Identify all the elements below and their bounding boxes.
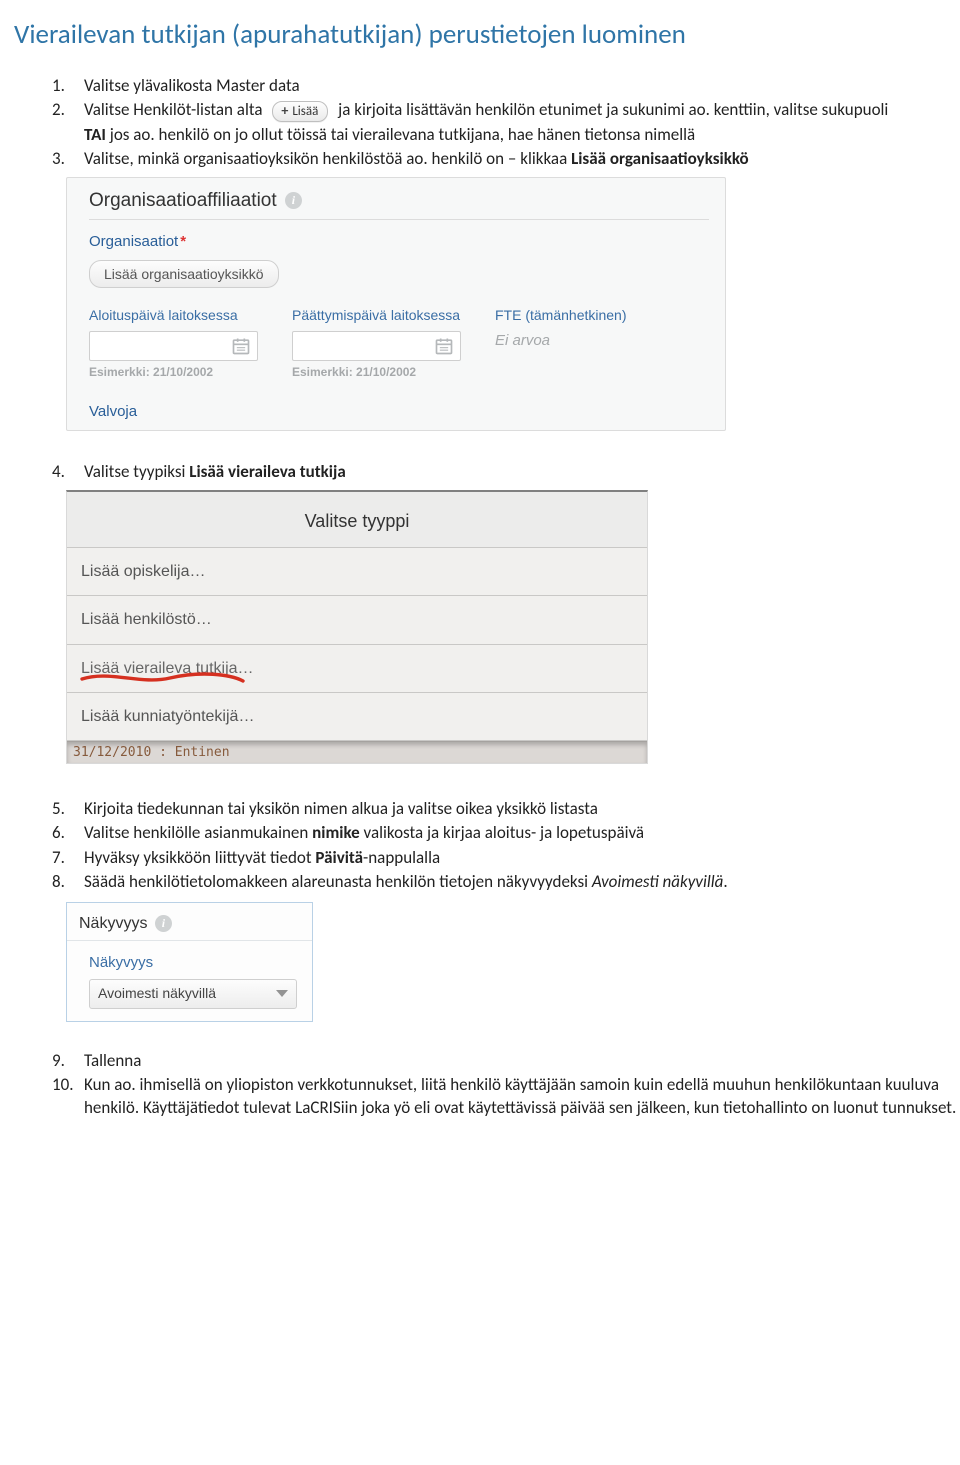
step-bold: Lisää vieraileva tutkija <box>189 461 345 482</box>
red-underline-annotation <box>80 672 245 686</box>
add-button-label: Lisää <box>292 104 318 119</box>
calendar-icon <box>434 336 454 356</box>
step-7: 7. Hyväksy yksikköön liittyvät tiedot Pä… <box>52 847 960 869</box>
step-8: 8. Säädä henkilötietolomakkeen alareunas… <box>52 871 960 893</box>
step-text: Valitse ylävalikosta Master data <box>84 75 300 96</box>
step-alt: TAI jos ao. henkilö on jo ollut töissä t… <box>84 124 960 146</box>
step-italic: Avoimesti näkyvillä <box>592 871 724 892</box>
step-text: Valitse tyypiksi <box>84 461 189 482</box>
step-2: 2. Valitse Henkilöt-listan alta + Lisää j… <box>52 99 960 146</box>
add-button[interactable]: + Lisää <box>272 101 328 122</box>
start-date-column: Aloituspäivä laitoksessa Esimerkki: 21/1… <box>89 306 258 380</box>
step-bold: Lisää organisaatioyksikkö <box>571 148 749 169</box>
page-title: Vierailevan tutkijan (apurahatutkijan) p… <box>0 18 960 51</box>
step-text: valikosta ja kirjaa aloitus- ja lopetusp… <box>360 822 644 843</box>
plus-icon: + <box>281 102 288 119</box>
chevron-down-icon <box>276 990 288 997</box>
step-5: 5. Kirjoita tiedekunnan tai yksikön nime… <box>52 798 960 820</box>
tai-bold: TAI <box>84 124 106 145</box>
step-text: Valitse, minkä organisaatioyksikön henki… <box>84 148 571 169</box>
step-10: 10. Kun ao. ihmisellä on yliopiston verk… <box>52 1074 960 1119</box>
end-date-example: Esimerkki: 21/10/2002 <box>292 365 461 381</box>
info-icon[interactable]: i <box>155 915 172 932</box>
info-icon[interactable]: i <box>285 192 302 209</box>
step-text: Hyväksy yksikköön liittyvät tiedot <box>84 847 315 868</box>
select-value: Avoimesti näkyvillä <box>98 984 216 1002</box>
divider <box>89 219 709 220</box>
org-label-text: Organisaatiot <box>89 233 178 250</box>
step-bold: nimike <box>312 822 360 843</box>
step-text: Valitse Henkilöt-listan alta <box>84 99 262 120</box>
content-body: 1. Valitse ylävalikosta Master data 2. V… <box>0 75 960 1119</box>
select-type-title: Valitse tyyppi <box>67 492 647 549</box>
step-text: -nappulalla <box>363 847 440 868</box>
step-number: 2. <box>52 99 65 121</box>
visibility-heading: Näkyvyys i <box>67 903 312 940</box>
start-date-input[interactable] <box>89 331 258 361</box>
type-option-visiting-researcher[interactable]: Lisää vieraileva tutkija… <box>67 645 647 693</box>
step-number: 5. <box>52 798 65 820</box>
end-date-label: Päättymispäivä laitoksessa <box>292 306 461 324</box>
step-text: Kun ao. ihmisellä on yliopiston verkkotu… <box>84 1074 956 1117</box>
step-number: 3. <box>52 148 65 170</box>
visibility-panel: Näkyvyys i Näkyvyys Avoimesti näkyvillä <box>66 902 313 1022</box>
step-text: ja kirjoita lisättävän henkilön etunimet… <box>338 99 888 120</box>
step-number: 9. <box>52 1050 65 1072</box>
step-text: Valitse henkilölle asianmukainen <box>84 822 312 843</box>
panel-footer-text: 31/12/2010 : Entinen <box>67 741 647 763</box>
tai-rest: jos ao. henkilö on jo ollut töissä tai v… <box>106 124 695 145</box>
add-org-unit-button[interactable]: Lisää organisaatioyksikkö <box>89 260 279 288</box>
start-date-example: Esimerkki: 21/10/2002 <box>89 365 258 381</box>
visibility-select[interactable]: Avoimesti näkyvillä <box>89 979 297 1009</box>
step-text: Tallenna <box>84 1050 141 1071</box>
end-date-column: Päättymispäivä laitoksessa Esimerkki: 21… <box>292 306 461 380</box>
step-9: 9. Tallenna <box>52 1050 960 1072</box>
step-number: 6. <box>52 822 65 844</box>
fte-value: Ei arvoa <box>495 331 627 351</box>
select-type-panel: Valitse tyyppi Lisää opiskelija… Lisää h… <box>66 490 648 764</box>
step-1: 1. Valitse ylävalikosta Master data <box>52 75 960 97</box>
org-label: Organisaatiot* <box>89 232 709 252</box>
end-date-input[interactable] <box>292 331 461 361</box>
org-affiliation-panel: Organisaatioaffiliaatiot i Organisaatiot… <box>66 177 726 431</box>
step-text: . <box>723 871 727 892</box>
supervisor-link[interactable]: Valvoja <box>89 402 709 422</box>
step-number: 7. <box>52 847 65 869</box>
visibility-sublabel: Näkyvyys <box>67 953 312 973</box>
panel-heading: Organisaatioaffiliaatiot i <box>89 188 709 213</box>
heading-text: Organisaatioaffiliaatiot <box>89 190 277 211</box>
step-text: Säädä henkilötietolomakkeen alareunasta … <box>84 871 592 892</box>
step-number: 1. <box>52 75 65 97</box>
type-option-student[interactable]: Lisää opiskelija… <box>67 548 647 596</box>
step-number: 8. <box>52 871 65 893</box>
heading-text: Näkyvyys <box>79 915 147 932</box>
divider <box>67 940 312 941</box>
step-number: 10. <box>52 1074 74 1096</box>
type-option-honorary[interactable]: Lisää kunniatyöntekijä… <box>67 693 647 741</box>
required-asterisk: * <box>180 233 186 250</box>
fte-label: FTE (tämänhetkinen) <box>495 306 627 324</box>
calendar-icon <box>231 336 251 356</box>
type-option-staff[interactable]: Lisää henkilöstö… <box>67 596 647 644</box>
step-number: 4. <box>52 461 65 483</box>
step-3: 3. Valitse, minkä organisaatioyksikön he… <box>52 148 960 170</box>
start-date-label: Aloituspäivä laitoksessa <box>89 306 258 324</box>
step-text: Kirjoita tiedekunnan tai yksikön nimen a… <box>84 798 598 819</box>
fte-column: FTE (tämänhetkinen) Ei arvoa <box>495 306 627 380</box>
step-4: 4. Valitse tyypiksi Lisää vieraileva tut… <box>52 461 960 483</box>
step-bold: Päivitä <box>315 847 363 868</box>
step-6: 6. Valitse henkilölle asianmukainen nimi… <box>52 822 960 844</box>
